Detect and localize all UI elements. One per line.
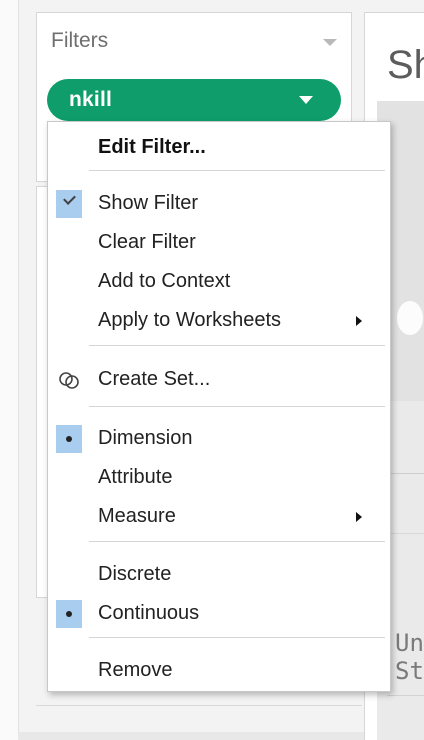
menu-item-discrete[interactable]: Discrete xyxy=(48,557,390,593)
menu-item-remove[interactable]: Remove xyxy=(48,653,390,689)
divider xyxy=(36,705,362,706)
menu-item-clear-filter[interactable]: Clear Filter xyxy=(48,225,390,261)
menu-item-create-set[interactable]: Create Set... xyxy=(48,362,390,398)
menu-item-label: Dimension xyxy=(98,427,193,449)
menu-item-continuous[interactable]: Continuous xyxy=(48,596,390,632)
radio-dot-icon xyxy=(66,436,72,442)
menu-separator xyxy=(89,637,385,638)
menu-item-label: Edit Filter... xyxy=(98,136,206,158)
sheet-title: Sh xyxy=(387,43,424,87)
menu-item-measure[interactable]: Measure xyxy=(48,499,390,535)
menu-item-label: Remove xyxy=(98,659,173,681)
map-label-line2: Sta xyxy=(395,657,424,685)
menu-separator xyxy=(89,170,385,171)
pill-dropdown-caret-icon[interactable] xyxy=(299,96,313,104)
menu-item-apply-to-worksheets[interactable]: Apply to Worksheets xyxy=(48,303,390,339)
filter-pill-label: nkill xyxy=(69,88,113,111)
menu-item-show-filter[interactable]: Show Filter xyxy=(48,186,390,222)
filter-context-menu: Edit Filter... Show Filter Clear Filter … xyxy=(47,121,391,692)
selected-indicator xyxy=(56,425,82,453)
app-window: Filters nkill Sh Uni Sta Edit Filter... xyxy=(0,0,424,740)
filter-pill-nkill[interactable]: nkill xyxy=(47,79,341,121)
menu-item-label: Discrete xyxy=(98,563,172,585)
menu-separator xyxy=(89,541,385,542)
map-landmass xyxy=(397,301,423,335)
menu-item-attribute[interactable]: Attribute xyxy=(48,460,390,496)
menu-item-label: Apply to Worksheets xyxy=(98,309,282,331)
map-label-line1: Uni xyxy=(395,629,424,657)
menu-item-label: Measure xyxy=(98,505,176,527)
checked-indicator xyxy=(56,190,82,218)
menu-item-label: Attribute xyxy=(98,466,173,488)
menu-item-label: Continuous xyxy=(98,602,200,624)
menu-item-add-to-context[interactable]: Add to Context xyxy=(48,264,390,300)
submenu-arrow-icon xyxy=(356,316,362,326)
submenu-arrow-icon xyxy=(356,512,362,522)
menu-separator xyxy=(89,345,385,346)
menu-item-label: Clear Filter xyxy=(98,231,196,253)
filters-title: Filters xyxy=(51,29,109,52)
menu-separator xyxy=(89,406,385,407)
menu-item-label: Create Set... xyxy=(98,368,211,390)
filters-menu-caret-icon[interactable] xyxy=(323,39,337,46)
menu-item-label: Add to Context xyxy=(98,270,231,292)
selected-indicator xyxy=(56,600,82,628)
radio-dot-icon xyxy=(66,611,72,617)
left-gutter xyxy=(0,0,19,740)
menu-item-edit-filter[interactable]: Edit Filter... xyxy=(48,130,390,166)
map-boundary xyxy=(387,695,424,696)
checkmark-icon xyxy=(63,192,76,205)
create-set-icon xyxy=(59,372,79,389)
menu-item-dimension[interactable]: Dimension xyxy=(48,421,390,457)
menu-item-label: Show Filter xyxy=(98,192,199,214)
